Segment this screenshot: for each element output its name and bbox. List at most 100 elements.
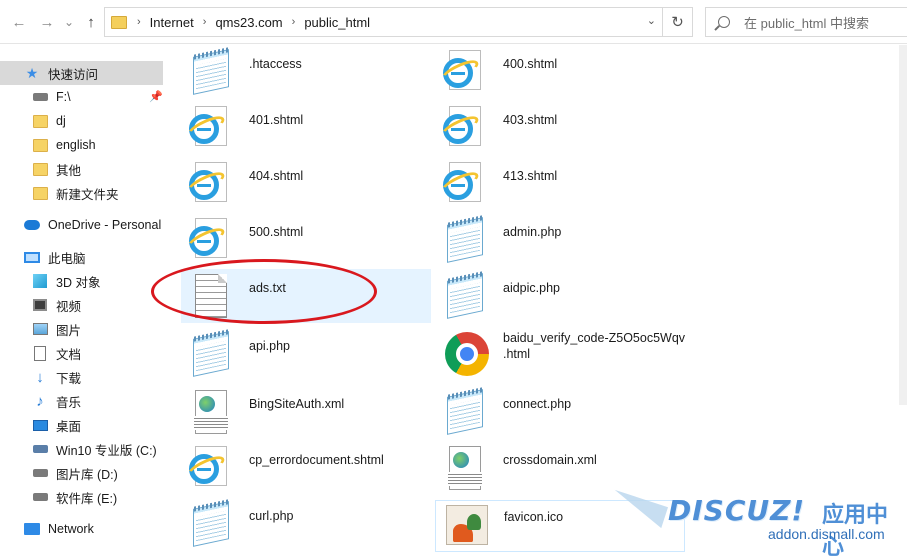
sidebar-item-new-folder[interactable]: 新建文件夹 — [0, 181, 119, 205]
sidebar-item-music[interactable]: ♪ 音乐 — [0, 389, 81, 413]
picture-icon — [32, 323, 48, 335]
file-item[interactable]: 400.shtml — [435, 45, 685, 101]
file-item[interactable]: .htaccess — [181, 45, 431, 101]
cube-icon — [33, 274, 47, 288]
sidebar-item-network[interactable]: Network — [0, 517, 94, 541]
refresh-icon[interactable]: ↻ — [662, 8, 692, 36]
sidebar-item-other[interactable]: 其他 — [0, 157, 81, 181]
sidebar-item-label: 图片 — [56, 323, 82, 338]
file-name: curl.php — [249, 509, 294, 523]
file-item[interactable]: 404.shtml — [181, 157, 431, 213]
file-item[interactable]: 403.shtml — [435, 101, 685, 157]
watermark: DISCUZ! 应用中心 addon.dismall.com — [606, 489, 906, 558]
drive-icon — [32, 493, 48, 501]
file-item[interactable]: crossdomain.xml — [435, 441, 685, 497]
sidebar-item-label: 下载 — [56, 371, 82, 386]
sidebar-item-desktop[interactable]: 桌面 — [0, 413, 81, 437]
sidebar-item-label: F:\ — [56, 90, 71, 104]
file-name: favicon.ico — [504, 510, 564, 524]
folder-icon — [32, 186, 48, 200]
sidebar-item-3d-objects[interactable]: 3D 对象 — [0, 269, 100, 293]
sidebar-item-this-pc[interactable]: 此电脑 — [0, 245, 86, 269]
file-name: .htaccess — [249, 57, 302, 71]
address-bar[interactable]: › Internet › qms23.com › public_html ⌄ ↻ — [104, 7, 693, 37]
folder-icon — [32, 114, 48, 128]
sidebar-item-english[interactable]: english — [0, 133, 96, 157]
notepad-icon — [443, 389, 487, 436]
sidebar-item-label: 其他 — [56, 163, 82, 178]
forward-arrow-icon[interactable]: → — [38, 12, 56, 32]
folder-icon — [32, 138, 48, 152]
toolbar: ← → ⌄ ↑ › Internet › qms23.com › public_… — [0, 0, 907, 44]
sidebar-item-onedrive[interactable]: OneDrive - Personal — [0, 213, 161, 237]
document-icon — [34, 345, 46, 361]
file-item[interactable]: api.php — [181, 327, 431, 383]
sidebar-item-drive-e[interactable]: 软件库 (E:) — [0, 485, 117, 509]
ie-icon — [438, 106, 487, 152]
notepad-icon — [443, 217, 487, 264]
vertical-scrollbar[interactable] — [899, 45, 907, 405]
xml-icon — [189, 390, 233, 436]
file-item[interactable]: connect.php — [435, 385, 685, 441]
file-name: 401.shtml — [249, 113, 304, 127]
sidebar-item-label: 快速访问 — [48, 67, 99, 82]
up-arrow-icon[interactable]: ↑ — [82, 12, 100, 32]
file-item[interactable]: cp_errordocument.shtml — [181, 441, 431, 497]
sidebar-item-f-drive[interactable]: F:\ — [0, 85, 71, 109]
favicon-icon — [444, 503, 488, 549]
sidebar-item-label: 软件库 (E:) — [56, 491, 118, 506]
file-item[interactable]: BingSiteAuth.xml — [181, 385, 431, 441]
file-name: connect.php — [503, 397, 572, 411]
file-name: 403.shtml — [503, 113, 558, 127]
breadcrumb-domain[interactable]: qms23.com — [215, 15, 282, 30]
watermark-url: addon.dismall.com — [768, 526, 885, 542]
sidebar-item-label: 文档 — [56, 347, 82, 362]
folder-icon — [32, 162, 48, 176]
notepad-icon — [189, 501, 233, 548]
sidebar-item-label: 音乐 — [56, 395, 82, 410]
file-item[interactable]: baidu_verify_code-Z5O5oc5Wqv .html — [435, 327, 695, 383]
sidebar-item-videos[interactable]: 视频 — [0, 293, 81, 317]
sidebar-item-drive-d[interactable]: 图片库 (D:) — [0, 461, 118, 485]
notepad-icon — [189, 331, 233, 378]
drive-icon — [32, 469, 48, 477]
file-name: 413.shtml — [503, 169, 558, 183]
sidebar-item-label: 图片库 (D:) — [56, 467, 118, 482]
sidebar-item-dj[interactable]: dj — [0, 109, 66, 133]
file-name: cp_errordocument.shtml — [249, 453, 384, 467]
sidebar-item-label: Network — [48, 522, 94, 536]
ie-icon — [184, 446, 233, 492]
ie-icon — [184, 106, 233, 152]
file-name: api.php — [249, 339, 291, 353]
search-placeholder: 在 public_html 中搜索 — [744, 15, 869, 31]
search-input[interactable]: 在 public_html 中搜索 — [705, 7, 907, 37]
file-item[interactable]: 401.shtml — [181, 101, 431, 157]
search-icon — [718, 16, 730, 28]
file-item[interactable]: admin.php — [435, 213, 685, 269]
sidebar-item-drive-c[interactable]: Win10 专业版 (C:) — [0, 437, 157, 461]
file-item[interactable]: aidpic.php — [435, 269, 685, 325]
sidebar-item-quick-access[interactable]: ★ 快速访问 — [0, 61, 163, 85]
windows-drive-icon — [32, 445, 48, 453]
sidebar-item-downloads[interactable]: ↓ 下载 — [0, 365, 81, 389]
breadcrumb-public-html[interactable]: public_html — [304, 15, 370, 30]
ie-icon — [184, 218, 233, 264]
file-item[interactable]: 413.shtml — [435, 157, 685, 213]
breadcrumb-internet[interactable]: Internet — [150, 15, 194, 30]
file-name: 500.shtml — [249, 225, 304, 239]
pin-icon[interactable]: 📌 — [149, 90, 163, 103]
sidebar-item-pictures[interactable]: 图片 — [0, 317, 81, 341]
desktop-icon — [32, 419, 48, 431]
file-item[interactable]: curl.php — [181, 497, 431, 553]
cloud-icon — [24, 220, 40, 230]
arrow-logo-icon — [607, 489, 669, 529]
navigation-pane: ★ 快速访问 F:\ 📌 dj english 其他 新建文件夹 OneDriv… — [0, 45, 165, 558]
file-name: crossdomain.xml — [503, 453, 597, 467]
address-dropdown-icon[interactable]: ⌄ — [647, 14, 656, 27]
sidebar-item-label: OneDrive - Personal — [48, 218, 162, 232]
notepad-icon — [443, 273, 487, 320]
back-arrow-icon[interactable]: ← — [10, 12, 28, 32]
recent-locations-icon[interactable]: ⌄ — [60, 12, 78, 32]
folder-icon — [111, 15, 127, 29]
sidebar-item-documents[interactable]: 文档 — [0, 341, 81, 365]
